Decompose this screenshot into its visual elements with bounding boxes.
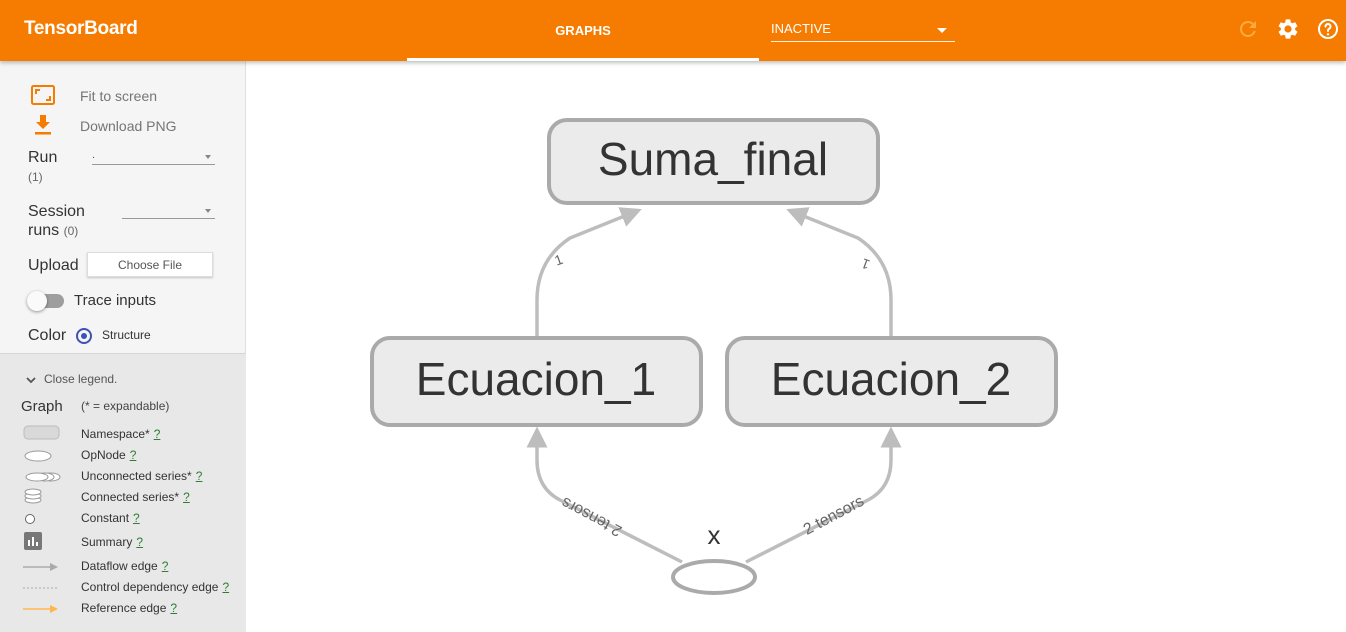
legend-title: Graph	[21, 398, 63, 415]
node-suma-final[interactable]: Suma_final	[547, 118, 880, 205]
help-link[interactable]: ?	[130, 448, 137, 462]
choose-file-label: Choose File	[117, 257, 183, 272]
node-label: Ecuacion_2	[771, 353, 1011, 405]
help-link[interactable]: ?	[136, 535, 143, 549]
gear-icon[interactable]	[1276, 17, 1300, 41]
legend-item-label: Namespace*	[81, 427, 150, 441]
node-label: Ecuacion_1	[416, 353, 656, 405]
legend-item: Reference edge?	[81, 601, 177, 615]
help-link[interactable]: ?	[196, 469, 203, 483]
fit-to-screen-button[interactable]: Fit to screen	[80, 88, 157, 104]
legend-item: Constant?	[81, 511, 140, 525]
control-dependency-edge-legend-icon	[22, 581, 62, 599]
legend-note: (* = expandable)	[81, 399, 170, 413]
legend-item: Control dependency edge?	[81, 580, 229, 594]
edge-label: 2 tensors	[559, 493, 625, 539]
legend-item-label: Dataflow edge	[81, 559, 158, 573]
edge-label: 2 tensors	[801, 493, 867, 539]
connected-series-legend-icon	[23, 488, 45, 509]
reference-edge-legend-icon	[22, 602, 62, 620]
trace-inputs-label: Trace inputs	[74, 292, 156, 309]
tab-graphs-label: GRAPHS	[555, 23, 611, 38]
unconnected-series-legend-icon	[23, 470, 63, 488]
legend-item: Namespace*?	[81, 427, 160, 441]
inactive-select-label: INACTIVE	[771, 21, 831, 36]
legend-item: OpNode?	[81, 448, 136, 462]
edge-label: 1	[552, 251, 565, 269]
session-runs-count: (0)	[63, 224, 79, 238]
choose-file-button[interactable]: Choose File	[87, 252, 213, 277]
session-runs-select[interactable]	[122, 204, 215, 219]
edge-x-ecuacion1	[526, 426, 683, 564]
node-label: x	[708, 520, 721, 550]
tab-graphs[interactable]: GRAPHS	[407, 0, 759, 61]
legend-item-label: Reference edge	[81, 601, 167, 615]
help-link[interactable]: ?	[170, 601, 177, 615]
download-png-button[interactable]: Download PNG	[80, 118, 177, 134]
chevron-down-icon[interactable]	[25, 373, 37, 391]
edge-label: 1	[859, 255, 872, 273]
help-icon[interactable]	[1316, 17, 1340, 41]
constant-legend-icon	[24, 512, 38, 530]
node-label: Suma_final	[598, 133, 828, 185]
run-select-value: .	[92, 149, 96, 161]
inactive-dashboards-select[interactable]: INACTIVE	[771, 20, 955, 42]
node-ecuacion-2[interactable]: Ecuacion_2	[725, 336, 1058, 427]
namespace-legend-icon	[23, 425, 61, 446]
chevron-down-icon	[937, 28, 947, 33]
active-tab-indicator	[407, 58, 759, 61]
session-runs-label: runs	[28, 222, 60, 239]
upload-label: Upload	[28, 257, 79, 274]
opnode-legend-icon	[23, 449, 55, 467]
legend-item: Connected series*?	[81, 490, 190, 504]
help-link[interactable]: ?	[222, 580, 229, 594]
fit-to-screen-icon[interactable]	[31, 85, 55, 110]
toggle-knob	[27, 291, 47, 311]
session-runs-label-line2: runs (0)	[28, 222, 78, 240]
help-link[interactable]: ?	[183, 490, 190, 504]
color-structure-radio[interactable]	[76, 328, 92, 344]
download-icon[interactable]	[34, 114, 52, 141]
legend-item: Summary?	[81, 535, 143, 549]
edge-ecuacion1-suma	[535, 207, 642, 337]
run-label: Run	[28, 149, 58, 166]
legend-item-label: Connected series*	[81, 490, 180, 504]
legend-item: Unconnected series*?	[81, 469, 202, 483]
legend-item-label: Summary	[81, 535, 133, 549]
legend-item-label: OpNode	[81, 448, 126, 462]
run-count: (1)	[28, 170, 43, 184]
node-ecuacion-1[interactable]: Ecuacion_1	[370, 336, 703, 427]
chevron-down-icon	[205, 155, 211, 159]
legend-item-label: Control dependency edge	[81, 580, 219, 594]
legend-item-label: Constant	[81, 511, 130, 525]
app-title: TensorBoard	[24, 18, 138, 39]
summary-legend-icon	[24, 532, 42, 555]
color-structure-label: Structure	[102, 328, 151, 342]
edge-x-ecuacion2	[745, 426, 902, 564]
run-select[interactable]: .	[92, 149, 215, 165]
reload-icon[interactable]	[1236, 17, 1260, 41]
color-label: Color	[28, 327, 67, 344]
node-x-placeholder[interactable]: x	[671, 520, 757, 595]
help-link[interactable]: ?	[154, 427, 161, 441]
help-link[interactable]: ?	[133, 511, 140, 525]
edge-ecuacion2-suma	[786, 207, 893, 337]
help-link[interactable]: ?	[162, 559, 169, 573]
trace-inputs-toggle[interactable]	[27, 291, 64, 311]
top-app-bar: TensorBoard GRAPHS INACTIVE	[0, 0, 1346, 61]
legend-item: Dataflow edge?	[81, 559, 168, 573]
graph-canvas[interactable]: 2 tensors 2 tensors 1 1 Suma_final Ecuac…	[246, 61, 1346, 631]
chevron-down-icon	[205, 209, 211, 213]
dataflow-edge-legend-icon	[22, 560, 62, 578]
close-legend-button[interactable]: Close legend.	[44, 372, 117, 386]
session-runs-label-line1: Session	[28, 203, 85, 220]
legend-item-label: Unconnected series*	[81, 469, 192, 483]
